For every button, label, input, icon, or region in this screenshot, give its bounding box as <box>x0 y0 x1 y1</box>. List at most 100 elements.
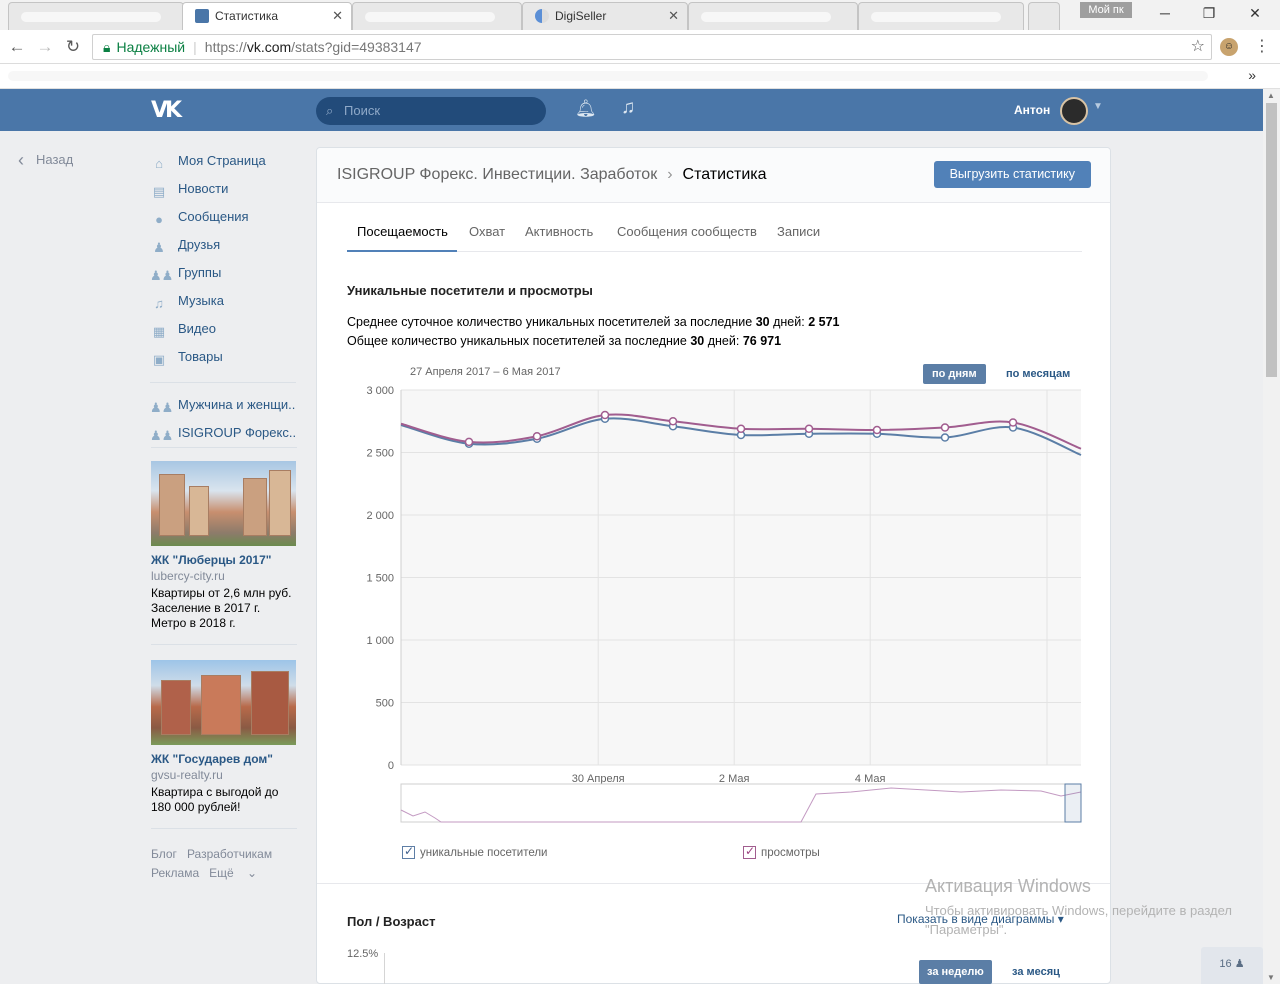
scroll-thumb[interactable] <box>1266 103 1277 377</box>
export-stats-button[interactable]: Выгрузить статистику <box>933 161 1091 188</box>
footer-blog-link[interactable]: Блог <box>151 847 177 861</box>
search-input[interactable]: ⌕ Поиск <box>316 97 546 125</box>
navigator-handle <box>1064 783 1082 823</box>
groups-icon: ♟♟ <box>150 268 174 283</box>
tab-close-icon[interactable]: ✕ <box>332 3 343 29</box>
chart-axis <box>384 953 385 984</box>
bookmarks-overflow-icon[interactable]: » <box>1248 67 1256 83</box>
url-path: /stats?gid=49383147 <box>291 39 422 55</box>
browser-profile-badge[interactable]: Мой пк <box>1080 2 1132 18</box>
browser-tab-stats[interactable]: Статистика ✕ <box>182 2 352 30</box>
legend-label: уникальные посетители <box>420 847 548 859</box>
ad-block[interactable]: ЖК "Люберцы 2017" lubercy-city.ru Кварти… <box>151 461 297 631</box>
digiseller-favicon-icon <box>535 9 549 23</box>
bookmark-star-icon[interactable]: ☆ <box>1191 35 1205 59</box>
sidebar-item-messages[interactable]: ● Сообщения <box>150 206 300 234</box>
chat-count: 16 <box>1219 958 1232 970</box>
blurred-tab-title <box>21 11 161 22</box>
data-point <box>940 423 950 432</box>
ad-image-building <box>269 470 291 536</box>
by-months-toggle[interactable]: по месяцам <box>1006 364 1070 384</box>
extension-icon[interactable]: ☺ <box>1220 38 1238 56</box>
notifications-bell-icon[interactable]: 🔔︎ <box>575 99 597 119</box>
x-tick-label: 4 Мая <box>855 773 886 785</box>
avg-days: 30 <box>755 315 770 329</box>
scroll-down-icon[interactable]: ▼ <box>1267 973 1275 982</box>
omnibox-separator: | <box>193 39 197 55</box>
legend-views[interactable]: просмотры <box>743 844 820 859</box>
chevron-down-icon[interactable]: ▼ <box>1093 101 1103 112</box>
sidebar-item-video[interactable]: ▦ Видео <box>150 318 300 346</box>
browser-tab-digiseller[interactable]: DigiSeller ✕ <box>522 2 688 30</box>
browser-tab[interactable] <box>688 2 858 30</box>
browser-tab[interactable] <box>8 2 184 30</box>
divider <box>151 828 297 829</box>
avatar[interactable] <box>1060 97 1088 125</box>
scroll-up-icon[interactable]: ▲ <box>1267 91 1275 100</box>
legend-visitors[interactable]: уникальные посетители <box>402 844 548 859</box>
ad-block[interactable]: ЖК "Государев дом" gvsu-realty.ru Кварти… <box>151 660 297 815</box>
footer-ads-link[interactable]: Реклама <box>151 866 199 880</box>
forward-arrow-icon[interactable]: → <box>34 36 56 58</box>
sidebar-item-label: Группы <box>178 265 222 280</box>
ad-image[interactable] <box>151 660 296 745</box>
section-title: Уникальные посетители и просмотры <box>347 283 593 298</box>
ad-title[interactable]: ЖК "Государев дом" <box>151 752 297 766</box>
restore-icon[interactable]: ❐ <box>1194 3 1224 23</box>
back-arrow-icon[interactable]: ← <box>6 36 28 58</box>
month-toggle[interactable]: за месяц <box>1012 960 1060 984</box>
chat-counter[interactable]: 16 ♟ <box>1201 947 1263 984</box>
footer-more-link[interactable]: Ещё ⌄ <box>209 866 267 880</box>
close-window-icon[interactable]: ✕ <box>1240 3 1270 23</box>
tab-activity[interactable]: Активность <box>525 224 593 239</box>
tab-reach[interactable]: Охват <box>469 224 505 239</box>
sidebar-footer: Блог Разработчикам Реклама Ещё ⌄ <box>151 845 301 883</box>
page-scrollbar[interactable]: ▲ ▼ <box>1263 89 1280 984</box>
sidebar-item-my-page[interactable]: ⌂ Моя Страница <box>150 150 300 178</box>
video-icon: ▦ <box>152 324 166 339</box>
checkbox-checked-icon[interactable] <box>402 844 415 859</box>
tab-posts[interactable]: Записи <box>777 224 820 239</box>
sidebar-group-item[interactable]: ♟♟ ISIGROUP Форекс.. <box>150 422 300 450</box>
ad-text: Квартира с выгодой до 180 000 рублей! <box>151 785 279 814</box>
groups-icon: ♟♟ <box>150 428 174 443</box>
blurred-tab-title <box>701 11 831 22</box>
new-tab-button[interactable] <box>1028 2 1060 30</box>
search-icon: ⌕ <box>326 103 334 118</box>
week-toggle[interactable]: за неделю <box>919 960 992 984</box>
breadcrumb-group-link[interactable]: ISIGROUP Форекс. Инвестиции. Заработок <box>337 166 657 183</box>
date-range-label[interactable]: 27 Апреля 2017 – 6 Мая 2017 <box>410 366 561 378</box>
by-days-toggle[interactable]: по дням <box>923 364 986 384</box>
tab-community-messages[interactable]: Сообщения сообществ <box>617 224 757 239</box>
avg-prefix: Среднее суточное количество уникальных п… <box>347 315 753 329</box>
sidebar-item-goods[interactable]: ▣ Товары <box>150 346 300 374</box>
chevron-right-icon: › <box>667 166 673 183</box>
reload-icon[interactable]: ↻ <box>62 36 84 58</box>
sidebar-item-groups[interactable]: ♟♟ Группы <box>150 262 300 290</box>
address-bar[interactable]: 🔒︎ Надежный | https://vk.com/stats?gid=4938… <box>92 34 1212 60</box>
tab-close-icon[interactable]: ✕ <box>668 3 679 29</box>
sidebar-group-item[interactable]: ♟♟ Мужчина и женщи.. <box>150 394 300 422</box>
sidebar-item-friends[interactable]: ♟ Друзья <box>150 234 300 262</box>
total-suffix: дней: <box>707 334 740 348</box>
visitors-line-chart[interactable]: 0 500 1 000 1 500 2 000 2 500 3 000 30 Апреля 2 … <box>347 384 1087 839</box>
browser-menu-icon[interactable]: ⋮ <box>1254 36 1270 56</box>
data-point <box>464 437 474 447</box>
user-name[interactable]: Антон <box>1014 103 1050 117</box>
checkbox-checked-icon[interactable] <box>743 844 756 859</box>
ad-title[interactable]: ЖК "Люберцы 2017" <box>151 553 297 567</box>
minimize-icon[interactable]: ─ <box>1150 3 1180 23</box>
browser-tab[interactable] <box>858 2 1024 30</box>
music-note-icon[interactable]: ♫ <box>621 97 635 119</box>
vk-logo-icon[interactable]: VK <box>151 98 185 123</box>
sidebar-item-news[interactable]: ▤ Новости <box>150 178 300 206</box>
avg-value: 2 571 <box>808 315 840 329</box>
sidebar-item-music[interactable]: ♫ Музыка <box>150 290 300 318</box>
footer-dev-link[interactable]: Разработчикам <box>187 847 272 861</box>
active-tab-underline <box>347 250 457 252</box>
tab-attendance[interactable]: Посещаемость <box>357 224 448 239</box>
back-link[interactable]: ‹ Назад <box>18 150 73 171</box>
browser-tab[interactable] <box>352 2 522 30</box>
blurred-tab-title <box>365 11 495 22</box>
ad-image[interactable] <box>151 461 296 546</box>
